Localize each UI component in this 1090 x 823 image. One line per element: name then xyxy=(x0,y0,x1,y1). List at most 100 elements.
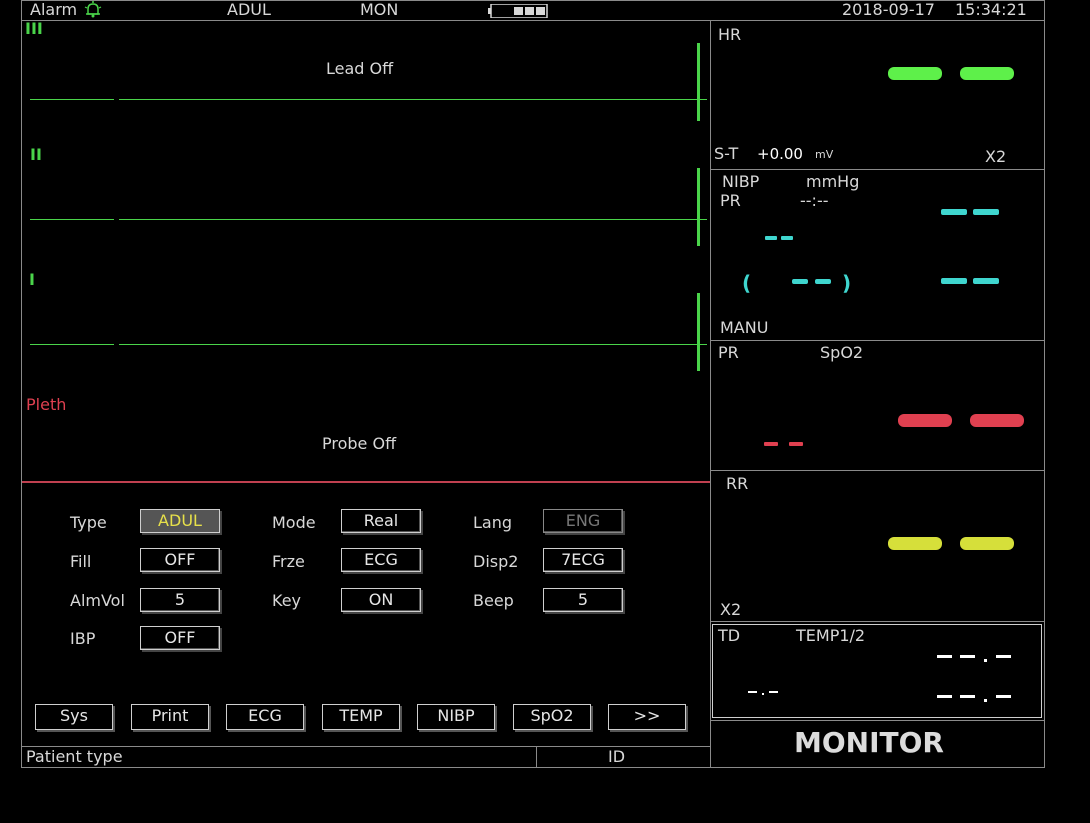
date-display: 2018-09-17 xyxy=(842,0,935,19)
temp-td-label: TD xyxy=(718,626,741,645)
panel-divider xyxy=(710,20,711,768)
temp-td-dash-1 xyxy=(748,691,757,693)
ecg-trace-ii xyxy=(119,219,707,220)
battery-icon xyxy=(488,3,548,19)
pleth-status-text: Probe Off xyxy=(322,434,397,453)
temp1-dash-1 xyxy=(937,655,952,658)
status-message: Patient type xyxy=(26,747,123,766)
rr-panel-divider xyxy=(710,621,1045,622)
mode-label: Mode xyxy=(272,513,316,532)
patient-type-indicator: ADUL xyxy=(227,0,271,19)
spo2-pr-dash-2 xyxy=(789,442,803,446)
almvol-field[interactable]: 5 xyxy=(140,588,220,612)
brand-label: MONITOR xyxy=(794,726,944,759)
ecg-scale-bar-iii xyxy=(697,43,700,121)
ecg-trace-iii-start xyxy=(30,99,114,100)
patient-id-label: ID xyxy=(608,747,626,766)
temp1-decimal-point xyxy=(984,659,987,662)
spo2-panel-divider xyxy=(710,470,1045,471)
temp-panel-divider xyxy=(710,720,1045,721)
temp-td-decimal-point xyxy=(762,693,764,695)
frze-field[interactable]: ECG xyxy=(341,548,421,572)
hr-value-dash-1 xyxy=(888,67,942,80)
rr-value-dash-1 xyxy=(888,537,942,550)
st-value: +0.00 xyxy=(757,145,803,163)
mode-field[interactable]: Real xyxy=(341,509,421,533)
alarm-label: Alarm xyxy=(30,0,78,19)
ecg-status-text: Lead Off xyxy=(326,59,394,78)
lead-ii-label: II xyxy=(30,145,42,164)
hr-title: HR xyxy=(718,25,742,44)
sys-button[interactable]: Sys xyxy=(35,704,113,730)
st-label: S-T xyxy=(714,144,739,163)
st-unit: mV xyxy=(815,148,834,161)
temp2-dash-3 xyxy=(996,695,1011,698)
nibp-button[interactable]: NIBP xyxy=(417,704,495,730)
hr-gain: X2 xyxy=(985,147,1007,166)
nibp-mode: MANU xyxy=(720,318,769,337)
almvol-label: AlmVol xyxy=(70,591,125,610)
print-button[interactable]: Print xyxy=(131,704,209,730)
temp-title: TEMP1/2 xyxy=(796,626,866,645)
hr-value-dash-2 xyxy=(960,67,1014,80)
nibp-pr-dash-1 xyxy=(765,236,777,240)
alarm-bell-icon xyxy=(84,1,102,18)
nibp-diastolic-dash-1 xyxy=(941,278,967,284)
beep-label: Beep xyxy=(473,591,514,610)
disp2-field[interactable]: 7ECG xyxy=(543,548,623,572)
fill-label: Fill xyxy=(70,552,92,571)
temp-td-dash-2 xyxy=(769,691,778,693)
ibp-field[interactable]: OFF xyxy=(140,626,220,650)
nibp-pr-dash-2 xyxy=(781,236,793,240)
nibp-pr-label: PR xyxy=(720,191,741,210)
top-bar-divider xyxy=(21,20,1045,21)
spo2-pr-dash-1 xyxy=(764,442,778,446)
spo2-title: SpO2 xyxy=(820,343,864,362)
key-label: Key xyxy=(272,591,302,610)
lang-field[interactable]: ENG xyxy=(543,509,623,533)
more-button[interactable]: >> xyxy=(608,704,686,730)
disp2-label: Disp2 xyxy=(473,552,519,571)
temp2-dash-1 xyxy=(937,695,952,698)
ecg-trace-i-start xyxy=(30,344,114,345)
ecg-scale-bar-ii xyxy=(697,168,700,246)
nibp-title: NIBP xyxy=(722,172,760,191)
temp1-dash-2 xyxy=(960,655,975,658)
ibp-label: IBP xyxy=(70,629,96,648)
spo2-pr-label: PR xyxy=(718,343,739,362)
fill-field[interactable]: OFF xyxy=(140,548,220,572)
type-label: Type xyxy=(70,513,107,532)
nibp-diastolic-dash-2 xyxy=(973,278,999,284)
nibp-systolic-dash-2 xyxy=(973,209,999,215)
time-display: 15:34:21 xyxy=(955,0,1027,19)
nibp-mean-open-paren: ( xyxy=(742,271,752,295)
ecg-trace-iii xyxy=(119,99,707,100)
key-field[interactable]: ON xyxy=(341,588,421,612)
rr-title: RR xyxy=(726,474,749,493)
pleth-label: Pleth xyxy=(26,395,67,414)
nibp-panel-divider xyxy=(710,340,1045,341)
beep-field[interactable]: 5 xyxy=(543,588,623,612)
ecg-scale-bar-i xyxy=(697,293,700,371)
temp1-dash-3 xyxy=(996,655,1011,658)
temp-button[interactable]: TEMP xyxy=(322,704,400,730)
nibp-mean-close-paren: ) xyxy=(842,271,852,295)
ecg-button[interactable]: ECG xyxy=(226,704,304,730)
spo2-button[interactable]: SpO2 xyxy=(513,704,591,730)
lead-i-label: I xyxy=(29,270,35,289)
status-bar-separator xyxy=(536,746,537,768)
nibp-mean-dash-1 xyxy=(792,279,808,284)
nibp-unit: mmHg xyxy=(806,172,860,191)
spo2-value-dash-1 xyxy=(898,414,952,427)
temp-panel-highlight xyxy=(712,624,1042,718)
temp2-decimal-point xyxy=(984,699,987,702)
mode-indicator: MON xyxy=(360,0,399,19)
nibp-systolic-dash-1 xyxy=(941,209,967,215)
lang-label: Lang xyxy=(473,513,513,532)
ecg-trace-ii-start xyxy=(30,219,114,220)
rr-gain: X2 xyxy=(720,600,742,619)
nibp-time-value: --:-- xyxy=(800,191,829,210)
rr-value-dash-2 xyxy=(960,537,1014,550)
type-field[interactable]: ADUL xyxy=(140,509,220,533)
pleth-baseline xyxy=(22,481,710,483)
